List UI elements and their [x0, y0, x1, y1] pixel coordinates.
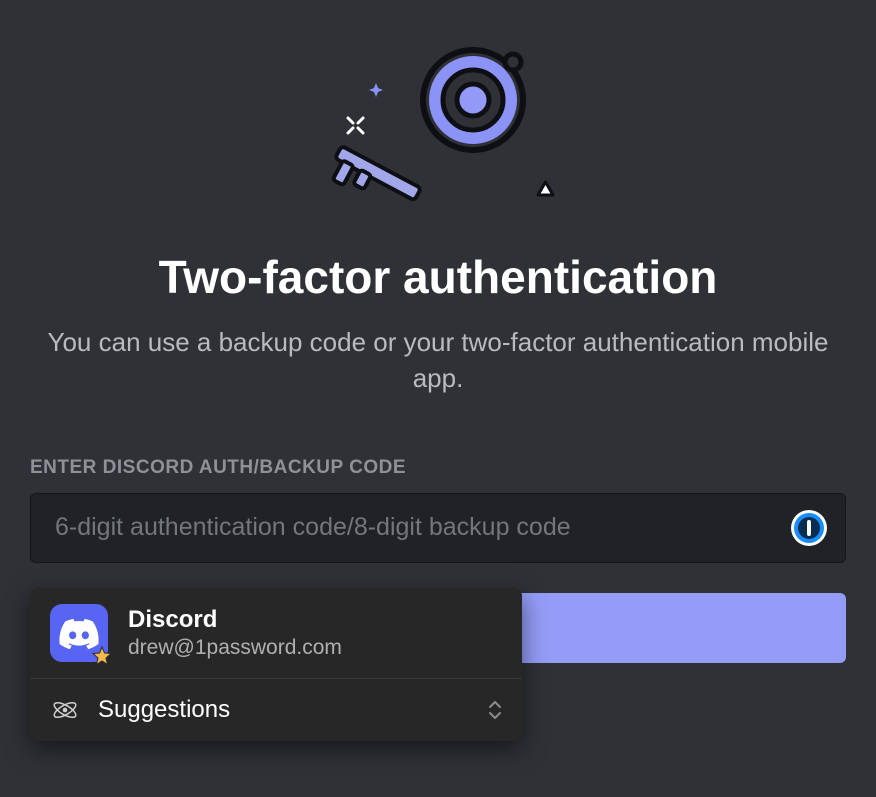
page-subtitle: You can use a backup code or your two-fa… [30, 324, 846, 397]
suggestions-label: Suggestions [98, 696, 230, 724]
onepassword-icon[interactable] [790, 509, 828, 547]
atom-icon [50, 695, 80, 725]
chevron-updown-icon [488, 701, 502, 719]
page-title: Two-factor authentication [30, 250, 846, 304]
suggestions-toggle[interactable]: Suggestions [30, 679, 522, 741]
autofill-item-title: Discord [128, 606, 342, 634]
auth-code-input[interactable] [30, 493, 846, 563]
input-label: ENTER DISCORD AUTH/BACKUP CODE [30, 457, 846, 479]
autofill-item-subtitle: drew@1password.com [128, 636, 342, 660]
key-svg [308, 40, 568, 220]
key-illustration [30, 40, 846, 220]
autofill-suggestion-item[interactable]: Discord drew@1password.com [30, 588, 522, 679]
discord-icon [50, 604, 108, 662]
code-input-wrapper [30, 493, 846, 563]
favorite-star-icon [92, 646, 112, 666]
autofill-popup: Discord drew@1password.com Suggestions [30, 588, 522, 741]
